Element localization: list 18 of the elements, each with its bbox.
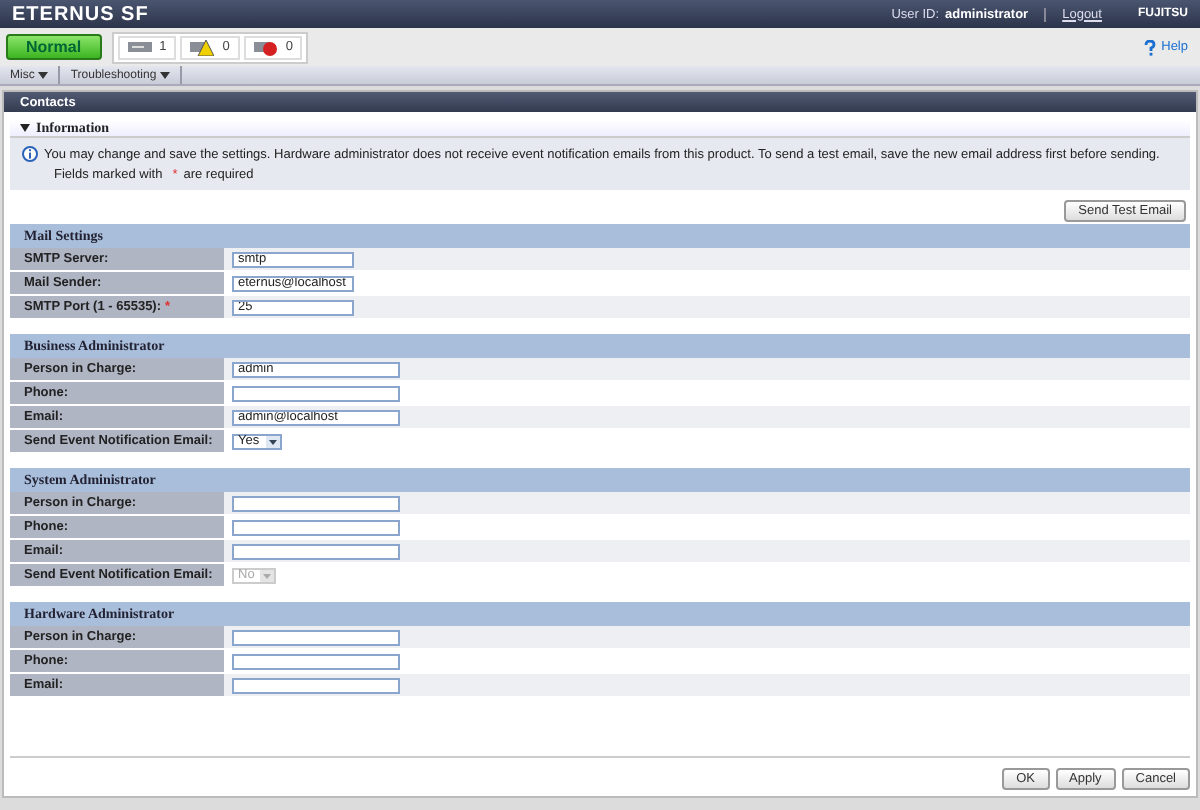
product-name: ETERNUS SF — [12, 3, 149, 25]
error-icon — [253, 39, 278, 55]
dropdown-arrow-icon — [260, 569, 275, 581]
caret-icon — [160, 71, 171, 79]
caret-icon — [38, 71, 49, 79]
help-icon — [1143, 39, 1156, 55]
warning-icon — [190, 39, 215, 55]
text-field[interactable] — [232, 385, 400, 401]
text-field[interactable] — [232, 519, 400, 535]
text-field[interactable] — [232, 495, 400, 511]
dropdown-arrow-icon — [265, 435, 280, 447]
device-icon — [127, 40, 152, 54]
collapse-toggle-icon[interactable] — [20, 124, 30, 132]
text-field[interactable] — [232, 677, 400, 693]
text-field[interactable] — [232, 653, 400, 669]
text-field[interactable] — [232, 629, 400, 645]
text-field[interactable] — [232, 543, 400, 559]
info-icon — [22, 146, 38, 162]
